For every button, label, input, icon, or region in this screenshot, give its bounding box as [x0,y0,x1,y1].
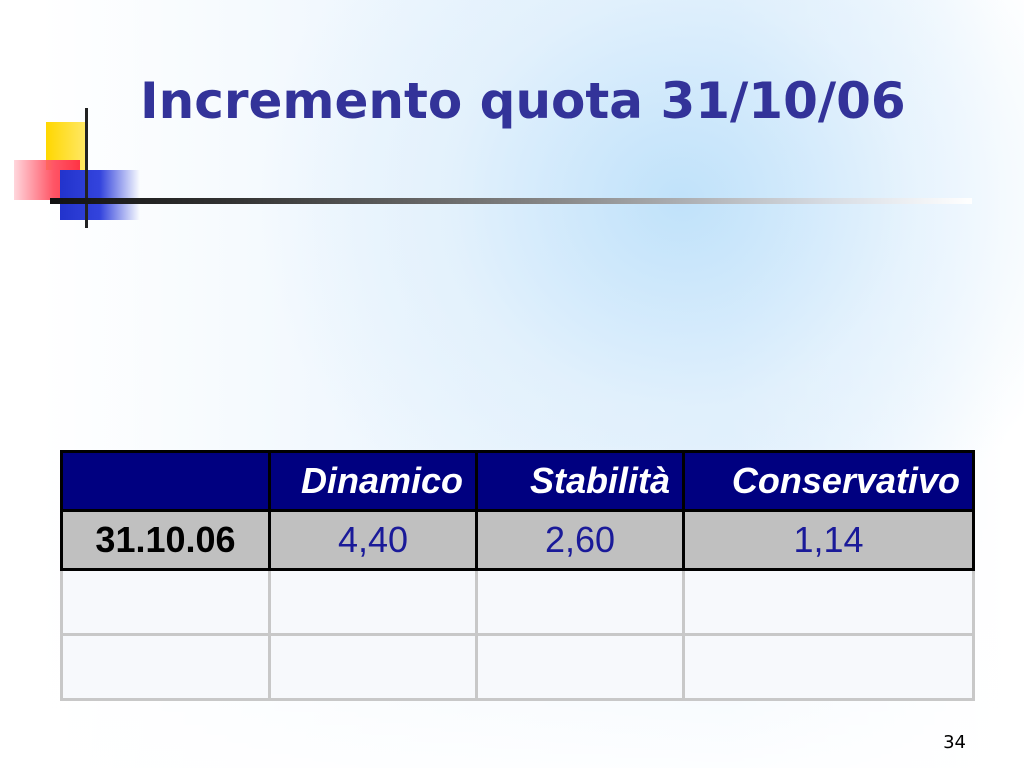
table-cell [268,633,478,701]
table-cell [682,568,975,636]
table-cell [682,633,975,701]
quota-table: Dinamico Stabilità Conservativo 31.10.06… [60,450,975,701]
table-cell [60,568,271,636]
table-row [60,568,975,636]
table-cell [60,633,271,701]
table-cell [268,568,478,636]
row-date-label: 31.10.06 [60,509,271,571]
table-row [60,633,975,701]
value-stabilita: 2,60 [475,509,685,571]
page-number: 34 [943,732,966,753]
table-cell [475,568,685,636]
table-row: 31.10.06 4,40 2,60 1,14 [60,509,975,571]
slide-title: Incremento quota 31/10/06 [140,72,906,130]
value-dinamico: 4,40 [268,509,478,571]
logo-vertical-line [85,108,88,228]
header-dinamico: Dinamico [268,450,478,512]
value-conservativo: 1,14 [682,509,975,571]
table-header-row: Dinamico Stabilità Conservativo [60,450,975,512]
logo-blue-square [60,170,140,220]
header-stabilita: Stabilità [475,450,685,512]
table-cell [475,633,685,701]
logo-mark-icon [10,108,150,238]
title-divider [50,198,972,204]
header-conservativo: Conservativo [682,450,975,512]
header-cell-empty [60,450,271,512]
